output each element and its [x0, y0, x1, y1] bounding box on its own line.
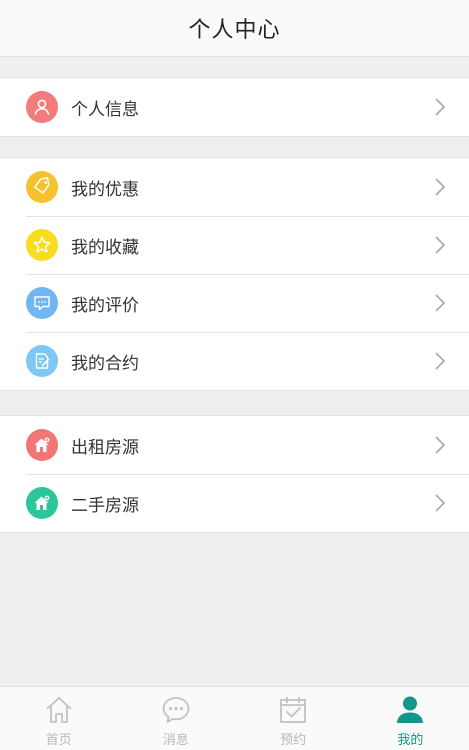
menu-item-my-reviews[interactable]: 我的评价 — [0, 274, 469, 332]
calendar-check-icon — [276, 693, 310, 727]
menu-item-my-favorites[interactable]: 我的收藏 — [0, 216, 469, 274]
house-rent-icon — [26, 429, 58, 461]
message-icon — [159, 693, 193, 727]
tab-label: 预约 — [280, 733, 307, 748]
menu-item-personal-info[interactable]: 个人信息 — [0, 78, 469, 136]
person-icon — [393, 693, 427, 727]
app-root: 个人中心 个人信息 我的优惠 我的收藏 我的评价 我的合约 出租房源 二手房源 … — [0, 0, 469, 750]
tab-label: 消息 — [162, 733, 189, 748]
mine-group: 我的优惠 我的收藏 我的评价 我的合约 — [0, 157, 469, 391]
tab-messages[interactable]: 消息 — [117, 687, 234, 750]
home-icon — [42, 693, 76, 727]
tab-home[interactable]: 首页 — [0, 687, 117, 750]
menu-item-my-contracts[interactable]: 我的合约 — [0, 332, 469, 390]
house-secondhand-icon — [26, 487, 58, 519]
chevron-right-icon — [433, 493, 447, 513]
chevron-right-icon — [433, 293, 447, 313]
comment-icon — [26, 287, 58, 319]
page-title: 个人中心 — [188, 18, 281, 43]
tab-label: 首页 — [45, 733, 72, 748]
tag-icon — [26, 171, 58, 203]
chevron-right-icon — [433, 235, 447, 255]
menu-item-label: 我的优惠 — [71, 179, 139, 200]
bottom-tab-bar: 首页 消息 预约 我的 — [0, 686, 469, 750]
menu-item-secondhand-listings[interactable]: 二手房源 — [0, 474, 469, 532]
menu-item-label: 个人信息 — [71, 99, 139, 120]
user-icon — [26, 91, 58, 123]
menu-item-label: 我的合约 — [71, 353, 139, 374]
profile-group: 个人信息 — [0, 77, 469, 137]
tab-mine[interactable]: 我的 — [352, 687, 469, 750]
contract-icon — [26, 345, 58, 377]
menu-item-label: 我的评价 — [71, 295, 139, 316]
menu-item-my-coupons[interactable]: 我的优惠 — [0, 158, 469, 216]
houses-group: 出租房源 二手房源 — [0, 415, 469, 533]
menu-item-label: 二手房源 — [71, 495, 139, 516]
menu-item-label: 我的收藏 — [71, 237, 139, 258]
chevron-right-icon — [433, 177, 447, 197]
menu-item-label: 出租房源 — [71, 437, 139, 458]
chevron-right-icon — [433, 351, 447, 371]
tab-appointments[interactable]: 预约 — [235, 687, 352, 750]
star-icon — [26, 229, 58, 261]
menu-item-rental-listings[interactable]: 出租房源 — [0, 416, 469, 474]
nav-header: 个人中心 — [0, 0, 469, 57]
chevron-right-icon — [433, 97, 447, 117]
chevron-right-icon — [433, 435, 447, 455]
tab-label: 我的 — [397, 733, 424, 748]
